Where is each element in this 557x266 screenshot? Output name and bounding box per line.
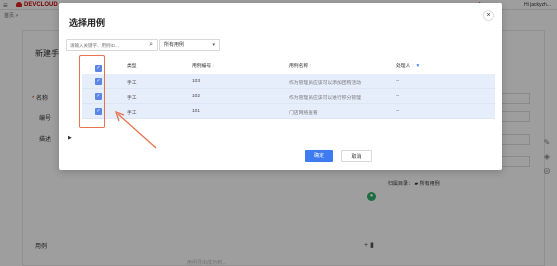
cell-owner: --	[396, 79, 400, 84]
cell-id: 103	[192, 79, 201, 84]
table-row[interactable]: ✓ 手工 103 作为管理员应该可以添加团购活动 --	[82, 74, 495, 89]
chevron-down-icon: ▾	[212, 42, 215, 48]
annotation-arrow-icon	[114, 110, 157, 149]
col-id[interactable]: 用例编号 ↕	[192, 62, 215, 69]
annotation-highlight-box	[79, 55, 105, 128]
dialog-title: 选择用例	[69, 18, 106, 28]
confirm-button[interactable]: 确定	[305, 150, 333, 162]
table-row[interactable]: ✓ 手工 102 作为管理员应该可以进行积分管理 --	[82, 89, 495, 104]
cell-id: 102	[192, 94, 201, 99]
col-owner[interactable]: 处理人 ↕ ▼	[396, 62, 420, 69]
cell-name: 门店网络查看	[289, 111, 318, 116]
cell-name: 作为管理员应该可以添加团购活动	[289, 81, 361, 86]
filter-icon: ▼	[415, 64, 421, 69]
search-input[interactable]	[67, 40, 142, 50]
col-name[interactable]: 用例名称 ↕	[289, 62, 312, 69]
cell-type: 手工	[127, 96, 137, 101]
table-header: 类型 用例编号 ↕ 用例名称 ↕ 处理人 ↕ ▼	[82, 58, 495, 73]
col-type: 类型	[127, 64, 137, 69]
cell-owner: --	[396, 94, 400, 99]
cancel-button[interactable]: 取消	[341, 150, 372, 162]
search-field[interactable]: ⌕	[66, 39, 158, 51]
expand-icon[interactable]: ▶	[68, 135, 72, 141]
cell-name: 作为管理员应该可以进行积分管理	[289, 96, 361, 101]
cell-id: 101	[192, 109, 201, 114]
cell-type: 手工	[127, 81, 137, 86]
cell-owner: --	[396, 109, 400, 114]
filter-select[interactable]: 所有用例 ▾	[159, 39, 220, 51]
search-icon[interactable]: ⌕	[149, 41, 153, 49]
close-icon[interactable]: ×	[483, 10, 494, 21]
